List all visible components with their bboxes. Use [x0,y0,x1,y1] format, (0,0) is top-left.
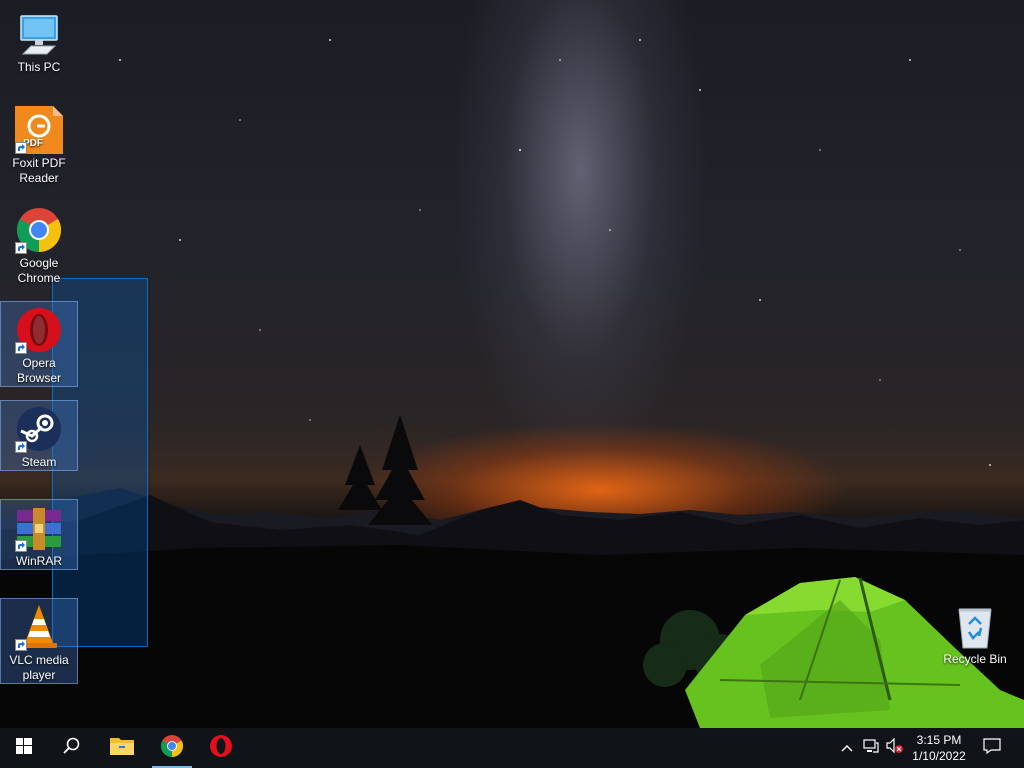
taskbar-clock[interactable]: 3:15 PM 1/10/2022 [902,728,976,768]
file-explorer-icon [110,736,134,761]
clock-time: 3:15 PM [916,733,962,747]
foxit-pdf-icon: PDF [15,106,63,154]
desktop-icon-recycle-bin[interactable]: Recycle Bin [937,598,1013,669]
desktop-icon-opera-browser[interactable]: Opera Browser [0,301,78,387]
network-icon [863,738,879,758]
search-button[interactable] [48,728,96,768]
shortcut-arrow-icon [15,342,27,354]
vlc-icon [15,603,63,651]
this-pc-icon [15,10,63,58]
desktop-icon-label: Google Chrome [17,256,61,285]
desktop-icon-google-chrome[interactable]: Google Chrome [1,202,77,288]
shortcut-arrow-icon [15,441,27,453]
opera-icon [15,306,63,354]
taskbar: 3:15 PM 1/10/2022 [0,728,1024,768]
winrar-icon [15,504,63,552]
desktop-icon-label: This PC [17,60,61,74]
action-center-icon [983,737,1001,759]
action-center-button[interactable] [978,728,1006,768]
desktop-icon-label: Foxit PDF Reader [12,156,66,185]
opera-icon [209,734,233,763]
chrome-icon [160,734,184,763]
chrome-icon [15,206,63,254]
desktop-icon-label: WinRAR [15,554,62,568]
start-button[interactable] [0,728,48,768]
steam-icon [15,405,63,453]
shortcut-arrow-icon [15,142,27,154]
desktop-icon-label: VLC media player [9,653,69,682]
chevron-up-icon [841,739,853,757]
desktop-icon-label: Steam [21,455,57,469]
desktop-icon-steam[interactable]: Steam [0,400,78,471]
desktop-icon-winrar[interactable]: WinRAR [0,499,78,570]
windows-start-icon [16,737,32,759]
clock-date: 1/10/2022 [912,749,966,763]
search-icon [63,737,81,760]
taskbar-opera[interactable] [197,728,245,768]
shortcut-arrow-icon [15,540,27,552]
shortcut-arrow-icon [15,639,27,651]
desktop-icon-label: Recycle Bin [943,652,1007,666]
show-hidden-icons-button[interactable] [836,728,858,768]
network-tray-button[interactable] [860,728,882,768]
taskbar-google-chrome[interactable] [148,728,196,768]
recycle-bin-icon [951,602,999,650]
desktop-icon-vlc-media-player[interactable]: VLC media player [0,598,78,684]
desktop-icon-foxit-pdf-reader[interactable]: PDF Foxit PDF Reader [1,102,77,188]
desktop-icon-label: Opera Browser [16,356,61,385]
shortcut-arrow-icon [15,242,27,254]
desktop-wallpaper [0,0,1024,728]
wallpaper-scene [0,39,1024,728]
taskbar-file-explorer[interactable] [98,728,146,768]
desktop-icon-this-pc[interactable]: This PC [1,6,77,77]
